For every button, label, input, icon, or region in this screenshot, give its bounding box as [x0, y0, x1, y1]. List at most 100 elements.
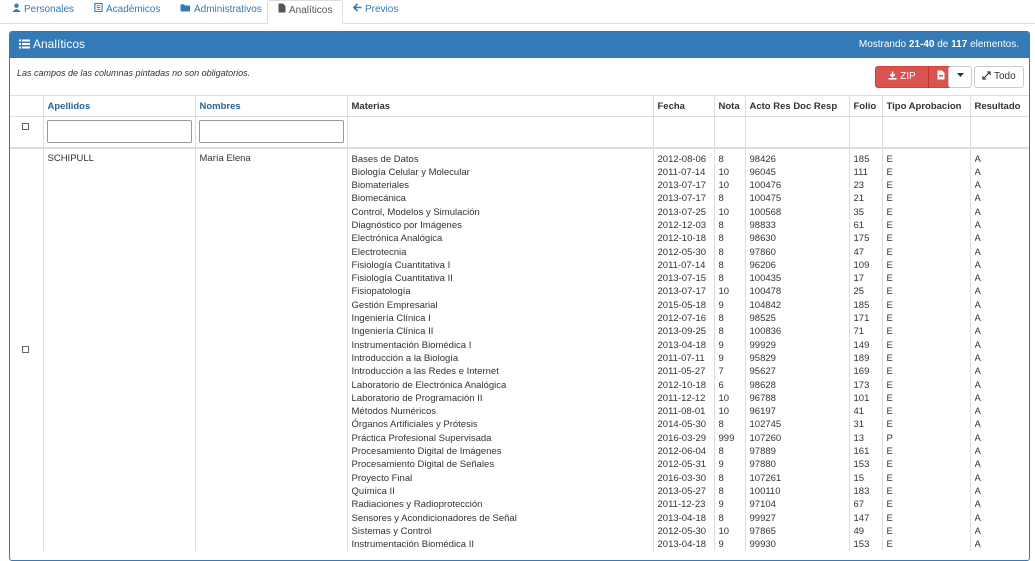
header-materias: Materias [346, 95, 653, 117]
cell-line: A [974, 472, 981, 484]
tab-personales[interactable]: Personales [2, 0, 84, 24]
cell-line: E [886, 339, 893, 351]
cell-line: 2012-05-30 [657, 525, 707, 537]
cell-line: E [886, 219, 893, 231]
cell-line: 47 [853, 246, 865, 258]
cell-line: A [974, 352, 981, 364]
tab-analiticos[interactable]: Analíticos [267, 0, 344, 25]
cell-line: 8 [718, 273, 724, 285]
cell-line: E [886, 273, 893, 285]
zip-download-button[interactable]: ZIP [875, 66, 929, 88]
cell-line: 185 [853, 153, 870, 165]
cell-line: 2011-12-12 [657, 392, 706, 404]
cell-line: 100836 [749, 326, 782, 338]
cell-line: Fisiología Cuantitativa II [351, 273, 453, 285]
cell-line: 9 [718, 352, 724, 364]
cell-line: 13 [853, 432, 865, 444]
cell-line: 2012-05-31 [657, 459, 707, 471]
cell-line: E [886, 392, 893, 404]
cell-line: E [886, 539, 893, 551]
cell-line: 2013-07-17 [657, 193, 707, 205]
cell-line: 153 [853, 539, 870, 551]
cell-line: 8 [718, 472, 724, 484]
cell-line: 149 [853, 339, 870, 351]
cell-line: 185 [853, 299, 870, 311]
show-all-button[interactable]: Todo [974, 66, 1024, 88]
cell-line: 6 [718, 379, 724, 391]
cell-line: 31 [853, 419, 865, 431]
cell-line: 171 [853, 313, 870, 325]
header-apellidos[interactable]: Apellidos [42, 95, 195, 117]
cell-line: 10 [718, 406, 730, 418]
cell-line: E [886, 472, 893, 484]
cell-line: 96045 [749, 166, 776, 178]
cell-line: 2016-03-30 [657, 472, 707, 484]
cell-line: 41 [853, 406, 865, 418]
cell-line: 97104 [749, 499, 776, 511]
cell-line: E [886, 233, 893, 245]
cell-line: 97880 [749, 459, 776, 471]
apellidos-filter-input[interactable] [46, 120, 192, 143]
cell-line: E [886, 299, 893, 311]
cell-line: 2012-06-04 [657, 446, 707, 458]
cell-line: 10 [718, 286, 730, 298]
row-checkbox[interactable] [22, 345, 29, 353]
cell-line: A [974, 485, 981, 497]
cell-line: A [974, 432, 981, 444]
cell-line: 2011-07-14 [657, 166, 706, 178]
cell-line: 96206 [749, 259, 776, 271]
cell-line: 98833 [749, 219, 776, 231]
cell-line: 2013-04-18 [657, 512, 707, 524]
cell-line: 9 [718, 539, 724, 551]
cell-line: Introducción a las Redes e Internet [351, 366, 499, 378]
cell-line: 100475 [749, 193, 782, 205]
cell-line: A [974, 219, 981, 231]
cell-line: A [974, 366, 981, 378]
cell-line: Instrumentación Biomédica I [351, 339, 472, 351]
cell-line: 61 [853, 219, 865, 231]
cell-line: E [886, 485, 893, 497]
cell-line: 999 [718, 432, 735, 444]
tab-previos[interactable]: Previos [343, 0, 408, 24]
cell-line: A [974, 339, 981, 351]
cell-line: 101 [853, 392, 870, 404]
select-all-checkbox[interactable] [22, 123, 29, 130]
cell-line: E [886, 259, 893, 271]
cell-line: 8 [718, 219, 724, 231]
cell-line: E [886, 366, 893, 378]
cell-line: 8 [718, 512, 724, 524]
cell-line: A [974, 193, 981, 205]
cell-line: 100478 [749, 286, 782, 298]
tab-label: Previos [365, 4, 399, 15]
cell-line: 2013-07-25 [657, 206, 707, 218]
cell-line: Sensores y Acondicionadores de Señal [351, 512, 517, 524]
header-nota: Nota [713, 95, 745, 117]
analiticos-table: Apellidos Nombres Materias Fecha Nota Ac… [10, 95, 1029, 552]
cell-line: Procesamiento Digital de Imágenes [351, 446, 502, 458]
cell-line: 98628 [749, 379, 776, 391]
tab-administrativos[interactable]: Administrativos [170, 0, 272, 24]
header-select [10, 95, 43, 117]
cell-line: 10 [718, 392, 730, 404]
cell-line: 2015-05-18 [657, 299, 707, 311]
header-nombres[interactable]: Nombres [194, 95, 347, 117]
cell-line: Bases de Datos [351, 153, 419, 165]
book-icon [94, 3, 103, 12]
tab-academicos[interactable]: Académicos [84, 0, 170, 24]
file-icon [278, 3, 286, 13]
cell-line: 8 [718, 259, 724, 271]
cell-line: 71 [853, 326, 865, 338]
more-options-dropdown[interactable] [948, 66, 972, 88]
tab-label: Académicos [106, 4, 161, 15]
cell-line: 175 [853, 233, 870, 245]
nombres-filter-input[interactable] [198, 120, 344, 143]
cell-line: 98525 [749, 313, 776, 325]
cell-line: A [974, 246, 981, 258]
cell-line: A [974, 286, 981, 298]
cell-line: 7 [718, 366, 724, 378]
cell-line: A [974, 379, 981, 391]
cell-line: 104842 [749, 299, 782, 311]
cell-line: A [974, 180, 981, 192]
cell-line: A [974, 512, 981, 524]
cell-line: A [974, 299, 981, 311]
